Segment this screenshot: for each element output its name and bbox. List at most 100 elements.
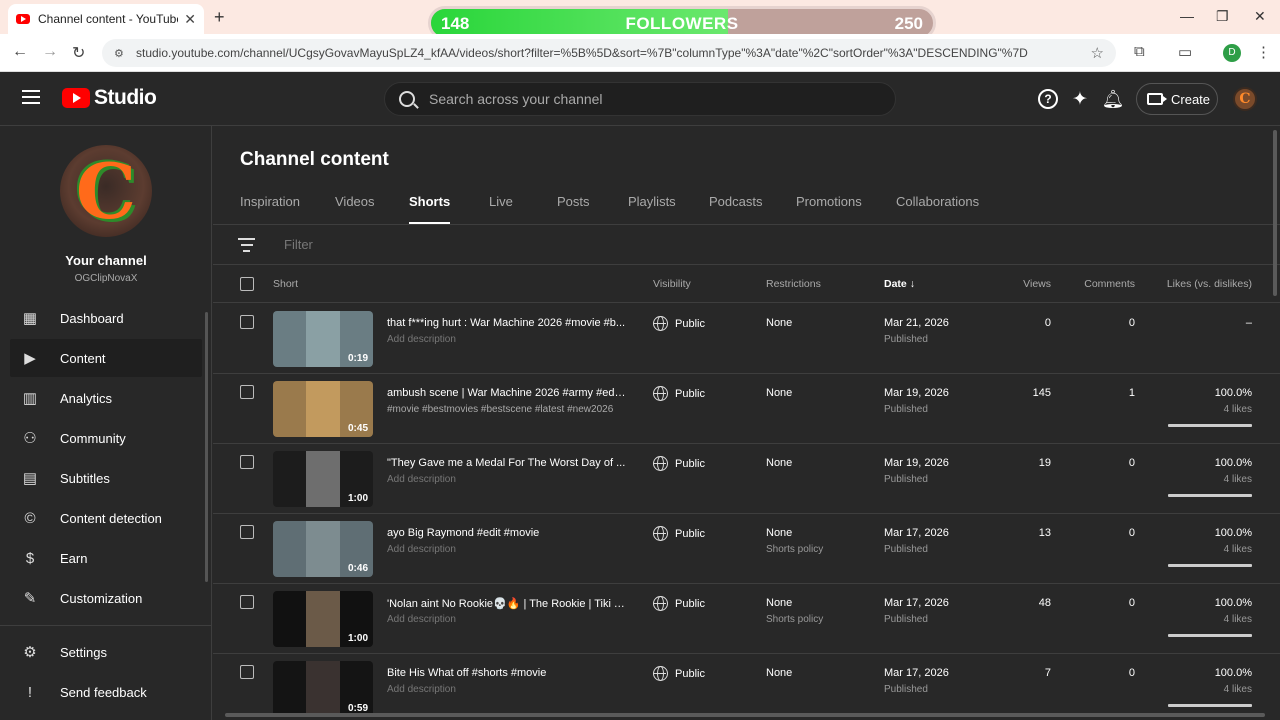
sidebar-item-dashboard[interactable]: ▦ Dashboard xyxy=(10,299,202,337)
sidebar-item-settings[interactable]: ⚙ Settings xyxy=(10,633,202,671)
minimize-icon[interactable]: — xyxy=(1180,8,1194,24)
main-vertical-scrollbar[interactable] xyxy=(1273,130,1277,296)
column-views[interactable]: Views xyxy=(993,278,1051,290)
sidebar-item-earn[interactable]: $ Earn xyxy=(10,539,202,577)
studio-logo[interactable]: Studio xyxy=(62,86,157,110)
visibility-label: Public xyxy=(675,527,705,540)
video-description[interactable]: Add description xyxy=(387,684,456,695)
video-description[interactable]: Add description xyxy=(387,474,456,485)
close-window-icon[interactable]: ✕ xyxy=(1254,8,1266,25)
video-thumbnail[interactable]: 0:19 xyxy=(273,311,373,367)
column-restrictions[interactable]: Restrictions xyxy=(766,278,821,290)
row-checkbox[interactable] xyxy=(240,665,254,679)
video-title[interactable]: 'Nolan aint No Rookie💀🔥 | The Rookie | T… xyxy=(387,597,627,610)
sidebar-item-content[interactable]: ▶ Content xyxy=(10,339,202,377)
row-checkbox[interactable] xyxy=(240,595,254,609)
globe-icon xyxy=(653,666,668,681)
sidebar-item-analytics[interactable]: ▥ Analytics xyxy=(10,379,202,417)
tab-videos[interactable]: Videos xyxy=(335,194,375,224)
back-icon[interactable]: ← xyxy=(12,43,28,61)
extensions-icon[interactable]: ⧉ xyxy=(1134,43,1145,60)
select-all-checkbox[interactable] xyxy=(240,277,254,291)
table-row[interactable]: 0:19 that f***ing hurt : War Machine 2026… xyxy=(213,304,1280,374)
browser-profile-avatar[interactable]: D xyxy=(1223,44,1241,62)
tab-podcasts[interactable]: Podcasts xyxy=(709,194,762,224)
forward-icon[interactable]: → xyxy=(42,43,58,61)
video-thumbnail[interactable]: 0:46 xyxy=(273,521,373,577)
tab-live[interactable]: Live xyxy=(489,194,513,224)
tab-promotions[interactable]: Promotions xyxy=(796,194,862,224)
row-checkbox[interactable] xyxy=(240,525,254,539)
video-title[interactable]: ayo Big Raymond #edit #movie xyxy=(387,527,627,539)
visibility-cell[interactable]: Public xyxy=(653,596,705,611)
close-tab-icon[interactable]: ✕ xyxy=(184,11,196,28)
visibility-cell[interactable]: Public xyxy=(653,666,705,681)
sidebar-item-customization[interactable]: ✎ Customization xyxy=(10,579,202,617)
filter-input[interactable]: Filter xyxy=(284,237,313,252)
column-comments[interactable]: Comments xyxy=(1073,278,1135,290)
video-description[interactable]: Add description xyxy=(387,334,456,345)
visibility-cell[interactable]: Public xyxy=(653,386,705,401)
bookmark-star-icon[interactable]: ☆ xyxy=(1091,44,1104,62)
create-button[interactable]: Create xyxy=(1136,83,1218,115)
restriction-detail[interactable]: Shorts policy xyxy=(766,544,823,555)
video-title[interactable]: Bite His What off #shorts #movie xyxy=(387,667,627,679)
visibility-cell[interactable]: Public xyxy=(653,526,705,541)
new-tab-button[interactable]: + xyxy=(214,7,225,28)
table-row[interactable]: 0:45 ambush scene | War Machine 2026 #arm… xyxy=(213,374,1280,444)
filter-icon[interactable] xyxy=(238,238,255,256)
table-row[interactable]: 0:59 Bite His What off #shorts #movie Add … xyxy=(213,654,1280,720)
table-row[interactable]: 0:46 ayo Big Raymond #edit #movie Add desc… xyxy=(213,514,1280,584)
row-checkbox[interactable] xyxy=(240,455,254,469)
browser-tab[interactable]: Channel content - YouTube Studio ✕ xyxy=(8,4,204,34)
sidebar-scrollbar[interactable] xyxy=(205,312,208,582)
video-description[interactable]: Add description xyxy=(387,614,456,625)
visibility-cell[interactable]: Public xyxy=(653,316,705,331)
video-thumbnail[interactable]: 1:00 xyxy=(273,591,373,647)
column-visibility[interactable]: Visibility xyxy=(653,278,691,290)
notifications-bell-icon[interactable]: 🔔︎ xyxy=(1102,89,1125,109)
site-info-icon[interactable]: ⚙ xyxy=(114,47,126,60)
column-likes[interactable]: Likes (vs. dislikes) xyxy=(1143,278,1252,290)
comments-count: 0 xyxy=(1128,457,1135,469)
restriction-detail[interactable]: Shorts policy xyxy=(766,614,823,625)
tab-shorts[interactable]: Shorts xyxy=(409,194,451,224)
reload-icon[interactable]: ↻ xyxy=(72,43,85,63)
menu-icon[interactable] xyxy=(22,90,40,104)
tab-playlists[interactable]: Playlists xyxy=(628,194,676,224)
video-description[interactable]: Add description xyxy=(387,544,456,555)
table-row[interactable]: 1:00 "They Gave me a Medal For The Worst … xyxy=(213,444,1280,514)
sidebar-item-content-detection[interactable]: © Content detection xyxy=(10,499,202,537)
browser-menu-icon[interactable]: ⋮ xyxy=(1256,43,1271,61)
sidebar-item-send-feedback[interactable]: ! Send feedback xyxy=(10,673,202,711)
video-title[interactable]: ambush scene | War Machine 2026 #army #e… xyxy=(387,387,627,399)
sidebar-item-subtitles[interactable]: ▤ Subtitles xyxy=(10,459,202,497)
video-title[interactable]: "They Gave me a Medal For The Worst Day … xyxy=(387,457,627,469)
sparkle-icon[interactable]: ✦ xyxy=(1070,89,1090,110)
cast-icon[interactable]: ▭ xyxy=(1178,43,1192,61)
video-thumbnail[interactable]: 1:00 xyxy=(273,451,373,507)
maximize-icon[interactable]: ❐ xyxy=(1216,8,1229,25)
tab-inspiration[interactable]: Inspiration xyxy=(240,194,300,224)
search-input[interactable]: Search across your channel xyxy=(384,82,896,116)
sidebar-item-community[interactable]: ⚇ Community xyxy=(10,419,202,457)
address-bar[interactable]: ⚙ studio.youtube.com/channel/UCgsyGovavM… xyxy=(102,39,1116,67)
row-checkbox[interactable] xyxy=(240,385,254,399)
tab-collaborations[interactable]: Collaborations xyxy=(896,194,979,224)
column-date[interactable]: Date ↓ xyxy=(884,278,915,290)
row-checkbox[interactable] xyxy=(240,315,254,329)
account-avatar[interactable]: C xyxy=(1233,87,1257,111)
table-row[interactable]: 1:00 'Nolan aint No Rookie💀🔥 | The Rookie… xyxy=(213,584,1280,654)
tab-posts[interactable]: Posts xyxy=(557,194,590,224)
video-thumbnail[interactable]: 0:59 xyxy=(273,661,373,717)
help-icon[interactable]: ? xyxy=(1038,89,1058,109)
thumbnail-frame xyxy=(306,311,340,367)
video-thumbnail[interactable]: 0:45 xyxy=(273,381,373,437)
visibility-cell[interactable]: Public xyxy=(653,456,705,471)
analytics-icon: ▥ xyxy=(22,390,38,407)
main-horizontal-scrollbar[interactable] xyxy=(225,713,1265,717)
likes-count: 4 likes xyxy=(1223,544,1252,555)
page-title: Channel content xyxy=(240,149,389,170)
video-title[interactable]: that f***ing hurt : War Machine 2026 #mo… xyxy=(387,317,627,329)
channel-avatar[interactable]: C xyxy=(60,145,152,237)
